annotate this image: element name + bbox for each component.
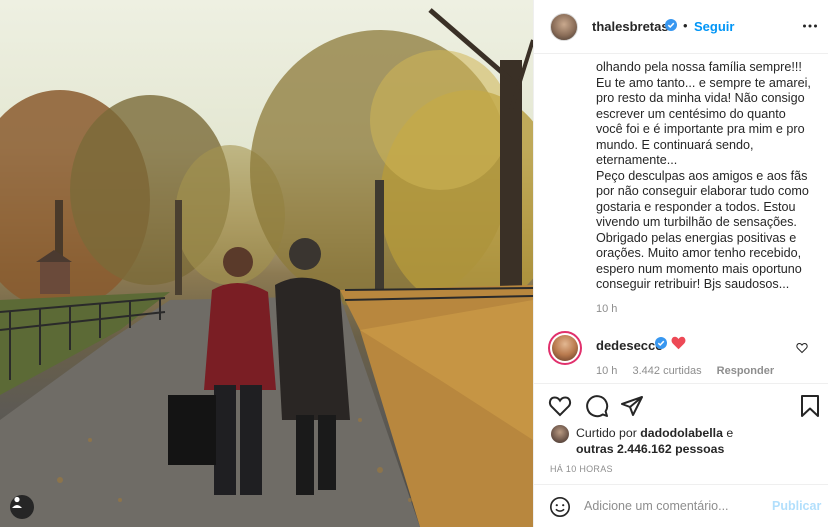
bookmark-icon[interactable]: [799, 394, 821, 418]
comment-meta: 10 h 3.442 curtidas Responder: [596, 365, 786, 377]
post-actions-section: Curtido por dadodolabella e outras 2.446…: [534, 383, 828, 527]
comment-input[interactable]: [584, 497, 764, 515]
post-photo[interactable]: [0, 0, 533, 527]
likes-others-link[interactable]: outras 2.446.162 pessoas: [576, 442, 724, 456]
comment-likes-count[interactable]: 3.442 curtidas: [632, 365, 701, 377]
publish-button[interactable]: Publicar: [772, 499, 821, 513]
commenter-avatar[interactable]: [548, 331, 582, 365]
verified-badge-icon: [665, 19, 677, 31]
red-heart-emoji-icon: [671, 336, 686, 350]
paper-plane-icon[interactable]: [620, 394, 644, 418]
post-age[interactable]: HÁ 10 HORAS: [550, 464, 613, 474]
reply-button[interactable]: Responder: [717, 365, 774, 377]
user-tag-icon: [12, 496, 22, 508]
comment-username[interactable]: dedesecco: [596, 338, 663, 353]
user-tag-button[interactable]: [10, 495, 34, 519]
liker-username[interactable]: dadodolabella: [640, 426, 723, 440]
ellipsis-icon[interactable]: [802, 18, 818, 34]
caption-timestamp[interactable]: 10 h: [596, 303, 617, 315]
owner-avatar[interactable]: [550, 13, 578, 41]
post-side-panel: thalesbretas • Seguir olhando pela nossa…: [533, 0, 828, 527]
post-header: thalesbretas • Seguir: [534, 0, 828, 54]
comment-time[interactable]: 10 h: [596, 365, 617, 377]
owner-username[interactable]: thalesbretas: [592, 19, 669, 34]
likes-middle: e: [722, 426, 734, 440]
likes-prefix: Curtido por: [576, 426, 641, 440]
comment-like-heart-icon[interactable]: [796, 342, 808, 354]
liker-avatar[interactable]: [551, 425, 569, 443]
likes-summary: Curtido por dadodolabella e outras 2.446…: [576, 426, 816, 457]
comment-bubble-icon[interactable]: [585, 394, 609, 418]
photo-scene: [0, 8, 533, 527]
verified-badge-icon: [655, 337, 667, 349]
heart-outline-icon[interactable]: [548, 394, 572, 418]
header-separator: •: [683, 18, 688, 33]
post-caption: olhando pela nossa família sempre!!! Eu …: [596, 60, 811, 291]
add-comment-bar: Publicar: [534, 484, 828, 527]
follow-button[interactable]: Seguir: [694, 19, 734, 34]
smiley-icon[interactable]: [549, 496, 571, 518]
